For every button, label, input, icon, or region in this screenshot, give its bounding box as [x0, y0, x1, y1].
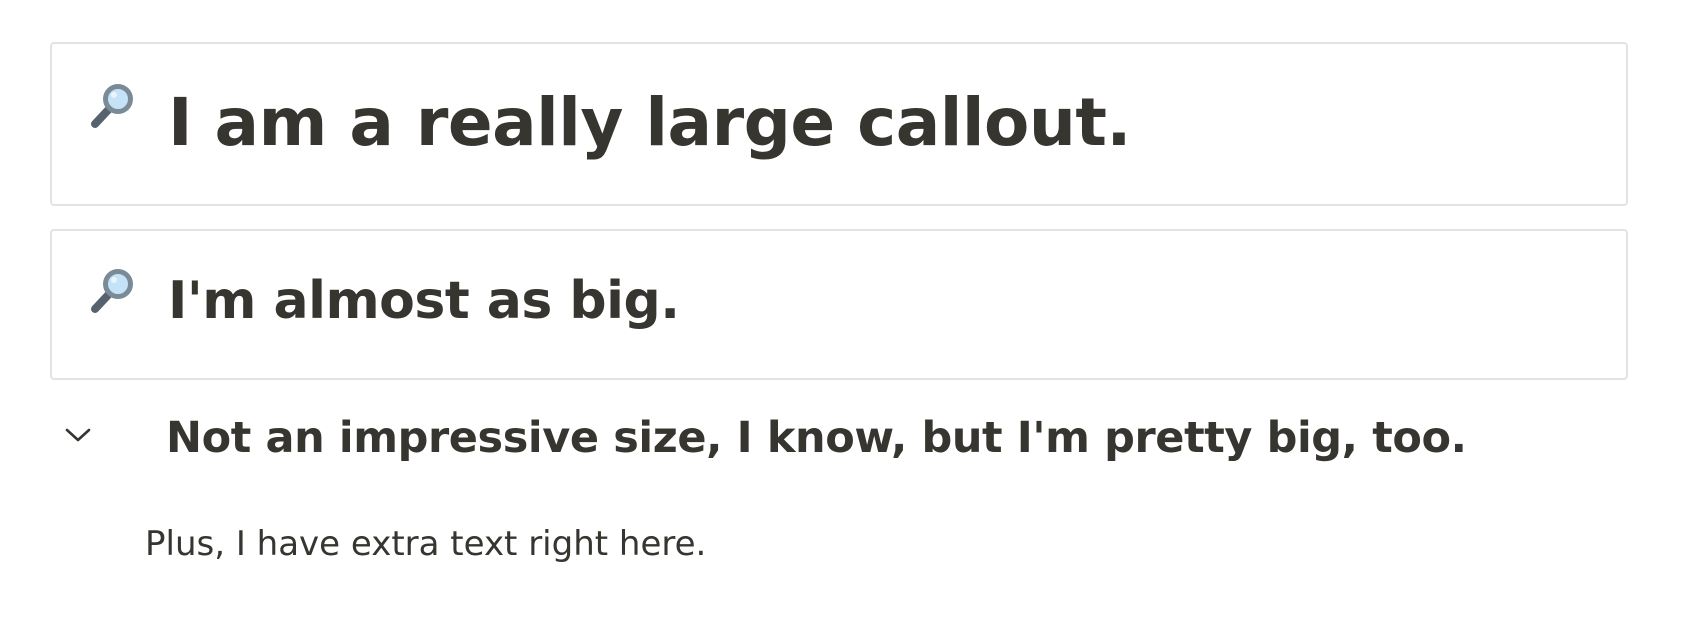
callout-medium: I'm almost as big. [50, 229, 1628, 380]
toggle-body-text: Plus, I have extra text right here. [145, 524, 707, 564]
callout-large: I am a really large callout. [50, 42, 1628, 206]
callout-medium-text: I'm almost as big. [168, 271, 680, 331]
magnifying-glass-icon [88, 82, 136, 130]
callout-large-text: I am a really large callout. [168, 84, 1131, 161]
magnifying-glass-icon [88, 267, 136, 315]
chevron-down-icon[interactable] [62, 420, 94, 452]
toggle-block: Not an impressive size, I know, but I'm … [50, 408, 1628, 472]
toggle-heading: Not an impressive size, I know, but I'm … [166, 413, 1467, 463]
